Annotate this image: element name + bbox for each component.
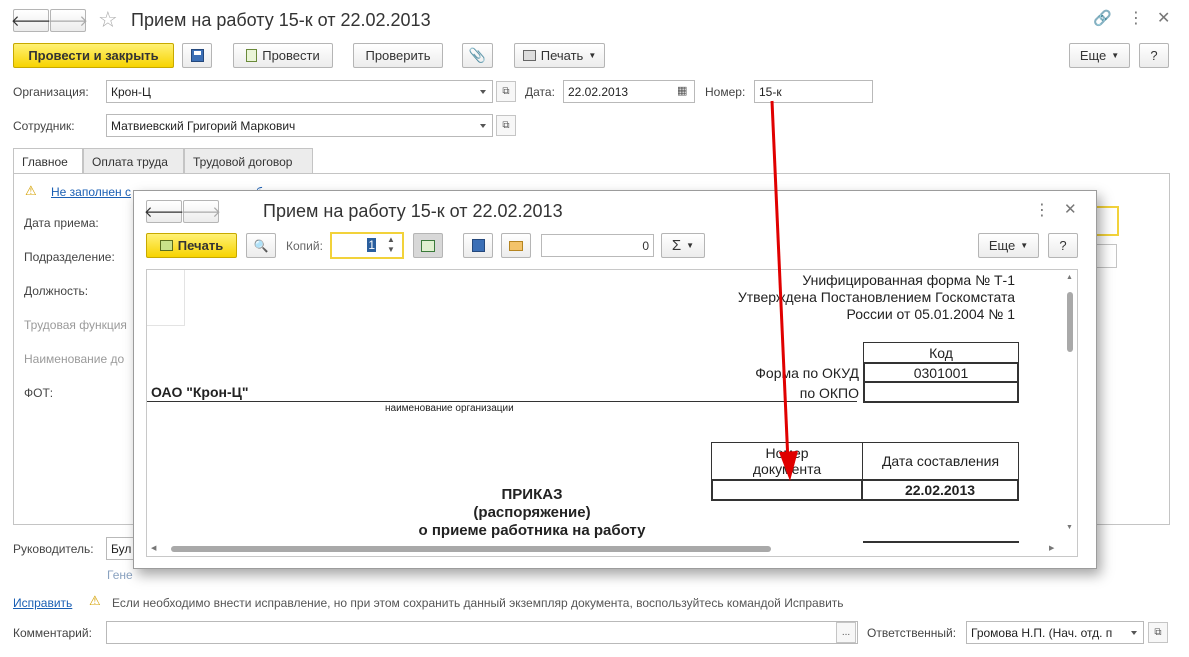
annotation-arrow-line bbox=[770, 100, 790, 463]
annotation-arrow bbox=[770, 100, 798, 481]
annotation-arrow-head bbox=[779, 451, 798, 481]
